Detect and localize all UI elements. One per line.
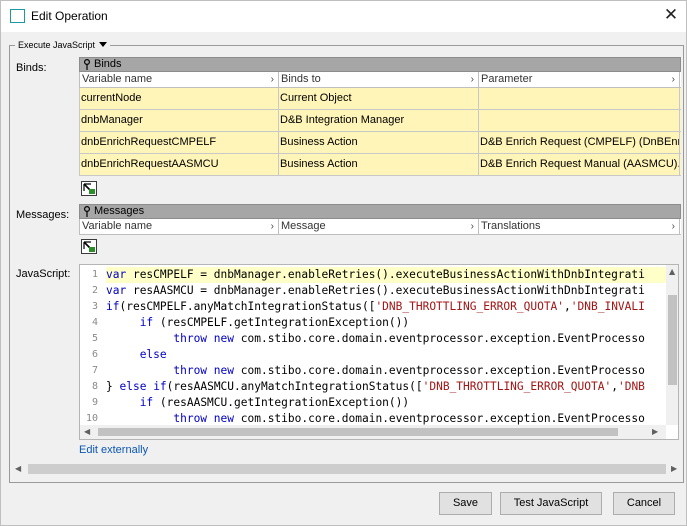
binds-group-title: Binds bbox=[94, 58, 122, 70]
cell-parameter: D&B Enrich Request (CMPELF) (DnBEnr... bbox=[479, 132, 680, 153]
binds-column-headers: Variable name › Binds to › Parameter › bbox=[79, 72, 681, 88]
line-number: 6 bbox=[91, 349, 98, 360]
code-line: if (resCMPELF.getIntegrationException()) bbox=[139, 316, 410, 329]
add-bind-button[interactable] bbox=[81, 181, 97, 196]
column-arrow-icon: › bbox=[671, 221, 675, 232]
table-row[interactable]: dnbEnrichRequestCMPELF Business Action D… bbox=[79, 132, 681, 154]
cell-parameter bbox=[479, 88, 680, 109]
cell-variable-name: dnbEnrichRequestCMPELF bbox=[80, 132, 279, 153]
line-number: 9 bbox=[91, 397, 98, 408]
scroll-right-icon[interactable]: ▶ bbox=[652, 427, 658, 436]
binds-label: Binds: bbox=[16, 62, 47, 74]
messages-group-title: Messages bbox=[94, 205, 145, 217]
scroll-left-icon[interactable]: ◀ bbox=[15, 464, 21, 473]
editor-horizontal-scroll-thumb[interactable] bbox=[98, 428, 618, 436]
line-number: 4 bbox=[91, 317, 98, 328]
line-number: 8 bbox=[91, 381, 98, 392]
column-arrow-icon: › bbox=[470, 74, 474, 85]
binds-table: Binds Variable name › Binds to › Parameter… bbox=[79, 57, 681, 176]
editor-vertical-scroll-thumb[interactable] bbox=[668, 295, 677, 385]
column-header-translations[interactable]: Translations › bbox=[479, 219, 680, 234]
table-row[interactable]: dnbEnrichRequestAASMCU Business Action D… bbox=[79, 154, 681, 176]
code-area[interactable]: var resCMPELF = dnbManager.enableRetries… bbox=[106, 265, 666, 425]
panel-horizontal-scroll-thumb[interactable] bbox=[28, 464, 666, 474]
pin-icon bbox=[84, 59, 90, 70]
cell-parameter: D&B Enrich Request Manual (AASMCU)... bbox=[479, 154, 680, 175]
add-row-icon bbox=[83, 183, 95, 194]
column-header-parameter[interactable]: Parameter › bbox=[479, 72, 680, 87]
editor-vertical-scrollbar[interactable]: ▲ bbox=[666, 265, 678, 425]
column-header-variable-name[interactable]: Variable name › bbox=[80, 219, 279, 234]
code-line: } else if(resAASMCU.anyMatchIntegrationS… bbox=[106, 380, 645, 393]
cell-binds-to: Business Action bbox=[279, 154, 479, 175]
scroll-up-icon[interactable]: ▲ bbox=[669, 267, 675, 276]
code-line: var resAASMCU = dnbManager.enableRetries… bbox=[106, 284, 645, 297]
scroll-right-icon[interactable]: ▶ bbox=[671, 464, 677, 473]
javascript-label: JavaScript: bbox=[16, 268, 71, 280]
code-line: throw new com.stibo.core.domain.eventpro… bbox=[173, 332, 645, 345]
code-line: throw new com.stibo.core.domain.eventpro… bbox=[173, 412, 645, 425]
line-number: 2 bbox=[91, 285, 98, 296]
messages-table: Messages Variable name › Message › Transla… bbox=[79, 204, 681, 235]
code-line: throw new com.stibo.core.domain.eventpro… bbox=[173, 364, 645, 377]
column-header-binds-to[interactable]: Binds to › bbox=[279, 72, 479, 87]
code-line: if(resCMPELF.anyMatchIntegrationStatus([… bbox=[106, 300, 645, 313]
close-button[interactable]: ✕ bbox=[661, 5, 681, 25]
column-arrow-icon: › bbox=[270, 221, 274, 232]
panel-tab-dropdown[interactable]: Execute JavaScript bbox=[15, 38, 111, 52]
line-number: 3 bbox=[91, 301, 98, 312]
editor-horizontal-scrollbar[interactable]: ◀ ▶ bbox=[80, 425, 666, 439]
messages-group-header[interactable]: Messages bbox=[79, 204, 681, 219]
cell-binds-to: D&B Integration Manager bbox=[279, 110, 479, 131]
test-javascript-button[interactable]: Test JavaScript bbox=[500, 492, 602, 515]
cell-variable-name: dnbManager bbox=[80, 110, 279, 131]
line-number: 7 bbox=[91, 365, 98, 376]
panel-tab-label: Execute JavaScript bbox=[18, 40, 96, 50]
table-row[interactable]: dnbManager D&B Integration Manager bbox=[79, 110, 681, 132]
column-header-message[interactable]: Message › bbox=[279, 219, 479, 234]
add-row-icon bbox=[83, 241, 95, 252]
edit-operation-dialog: Edit Operation ✕ Execute JavaScript Bind… bbox=[0, 0, 687, 526]
cell-binds-to: Current Object bbox=[279, 88, 479, 109]
title-bar: Edit Operation ✕ bbox=[1, 1, 686, 32]
column-arrow-icon: › bbox=[671, 74, 675, 85]
line-number: 5 bbox=[91, 333, 98, 344]
line-number: 1 bbox=[91, 269, 98, 280]
pin-icon bbox=[84, 206, 90, 217]
line-number-gutter: 1 2 3 4 5 6 7 8 9 10 bbox=[80, 265, 102, 425]
code-line: else bbox=[139, 348, 167, 361]
cancel-button[interactable]: Cancel bbox=[613, 492, 675, 515]
cell-variable-name: currentNode bbox=[80, 88, 279, 109]
cell-binds-to: Business Action bbox=[279, 132, 479, 153]
table-row[interactable]: currentNode Current Object bbox=[79, 88, 681, 110]
messages-label: Messages: bbox=[16, 209, 70, 221]
save-button[interactable]: Save bbox=[439, 492, 492, 515]
edit-externally-link[interactable]: Edit externally bbox=[79, 444, 148, 456]
edit-operation-icon bbox=[10, 9, 25, 23]
binds-group-header[interactable]: Binds bbox=[79, 57, 681, 72]
code-line: if (resAASMCU.getIntegrationException()) bbox=[139, 396, 410, 409]
cell-parameter bbox=[479, 110, 680, 131]
scroll-left-icon[interactable]: ◀ bbox=[84, 427, 90, 436]
column-arrow-icon: › bbox=[470, 221, 474, 232]
add-message-button[interactable] bbox=[81, 239, 97, 254]
javascript-editor[interactable]: 1 2 3 4 5 6 7 8 9 10 var resCMPELF = dnb… bbox=[79, 264, 679, 440]
code-line: var resCMPELF = dnbManager.enableRetries… bbox=[106, 267, 666, 283]
messages-column-headers: Variable name › Message › Translations › bbox=[79, 219, 681, 235]
window-title: Edit Operation bbox=[31, 9, 108, 23]
column-header-variable-name[interactable]: Variable name › bbox=[80, 72, 279, 87]
dropdown-arrow-icon bbox=[99, 42, 108, 47]
panel-horizontal-scrollbar[interactable]: ◀ ▶ bbox=[11, 462, 682, 476]
cell-variable-name: dnbEnrichRequestAASMCU bbox=[80, 154, 279, 175]
column-arrow-icon: › bbox=[270, 74, 274, 85]
